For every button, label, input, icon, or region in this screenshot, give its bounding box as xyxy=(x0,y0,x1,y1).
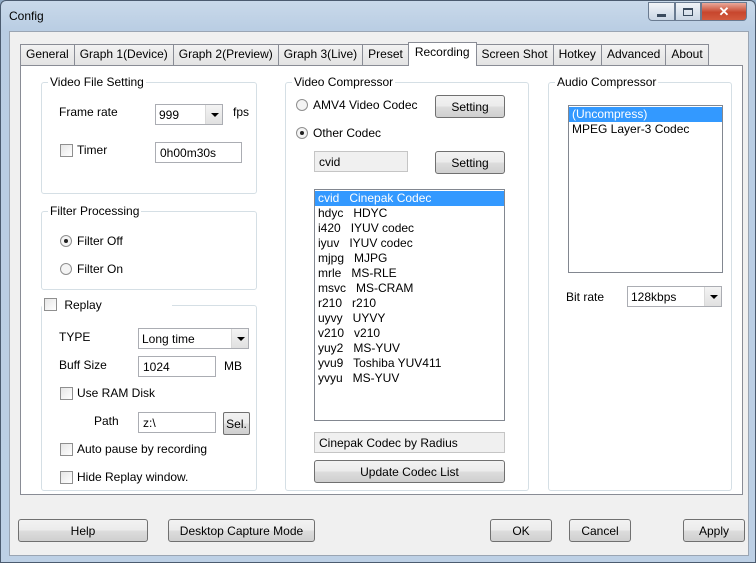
chevron-down-icon xyxy=(205,105,222,124)
filter-processing-group: Filter Processing Filter Off Filter On xyxy=(41,204,257,290)
audio-codec-list-item[interactable]: (Uncompress) xyxy=(569,107,722,122)
replay-title-box: Replay xyxy=(42,298,172,312)
chevron-down-icon xyxy=(704,287,721,306)
codec-list-item[interactable]: mrle MS-RLE xyxy=(315,266,504,281)
other-codec-setting-button[interactable]: Setting xyxy=(435,151,505,174)
filter-processing-title: Filter Processing xyxy=(48,204,142,218)
bitrate-select[interactable]: 128kbps xyxy=(627,286,722,307)
codec-list[interactable]: cvid Cinepak Codec hdyc HDYC i420 IYUV cod… xyxy=(314,189,505,421)
codec-list-item[interactable]: yuy2 MS-YUV xyxy=(315,341,504,356)
tab-screen-shot[interactable]: Screen Shot xyxy=(475,44,554,65)
use-ram-disk-label: Use RAM Disk xyxy=(77,386,156,400)
filter-on-label: Filter On xyxy=(77,262,124,276)
title-bar[interactable]: Config ✕ xyxy=(1,1,755,31)
frame-rate-value: 999 xyxy=(159,108,180,122)
minimize-button[interactable] xyxy=(648,2,675,21)
codec-list-item[interactable]: uyvy UYVY xyxy=(315,311,504,326)
codec-list-item[interactable]: mjpg MJPG xyxy=(315,251,504,266)
hide-replay-label: Hide Replay window. xyxy=(77,470,189,484)
tab-graph2-preview[interactable]: Graph 2(Preview) xyxy=(172,44,279,65)
maximize-button[interactable] xyxy=(675,2,701,21)
use-ram-disk-checkbox[interactable] xyxy=(60,387,73,400)
video-compressor-group: Video Compressor AMV4 Video Codec Settin… xyxy=(285,75,529,491)
close-button[interactable]: ✕ xyxy=(701,2,747,21)
apply-button[interactable]: Apply xyxy=(683,519,745,542)
tab-advanced[interactable]: Advanced xyxy=(600,44,667,65)
other-codec-radio[interactable] xyxy=(296,127,308,139)
filter-off-label: Filter Off xyxy=(77,234,123,248)
frame-rate-label: Frame rate xyxy=(59,105,118,119)
auto-pause-checkbox[interactable] xyxy=(60,443,73,456)
timer-input[interactable]: 0h00m30s xyxy=(155,142,242,163)
codec-list-item[interactable]: r210 r210 xyxy=(315,296,504,311)
codec-list-item[interactable]: yvu9 Toshiba YUV411 xyxy=(315,356,504,371)
config-window: Config ✕ General Graph 1(Device) Graph 2… xyxy=(0,0,756,563)
tab-recording[interactable]: Recording xyxy=(407,42,477,66)
type-label: TYPE xyxy=(59,330,91,344)
tab-about[interactable]: About xyxy=(665,44,709,65)
hide-replay-checkbox[interactable] xyxy=(60,471,73,484)
replay-type-select[interactable]: Long time xyxy=(138,328,249,349)
buff-size-input[interactable]: 1024 xyxy=(138,356,216,377)
help-button[interactable]: Help xyxy=(18,519,148,542)
codec-description-field: Cinepak Codec by Radius xyxy=(314,432,505,453)
timer-checkbox[interactable] xyxy=(60,144,73,157)
path-label: Path xyxy=(94,414,119,428)
window-title: Config xyxy=(9,9,44,23)
tab-graph1-device[interactable]: Graph 1(Device) xyxy=(73,44,174,65)
codec-list-item[interactable]: yvyu MS-YUV xyxy=(315,371,504,386)
codec-list-item[interactable]: msvc MS-CRAM xyxy=(315,281,504,296)
other-codec-label: Other Codec xyxy=(313,126,382,140)
path-input[interactable]: z:\ xyxy=(138,412,216,433)
filter-off-radio[interactable] xyxy=(60,235,72,247)
codec-list-item[interactable]: iyuv IYUV codec xyxy=(315,236,504,251)
fps-label: fps xyxy=(233,105,250,119)
audio-codec-list[interactable]: (Uncompress) MPEG Layer-3 Codec xyxy=(568,105,723,273)
bitrate-label: Bit rate xyxy=(566,290,605,304)
buff-unit-label: MB xyxy=(224,359,242,373)
audio-compressor-title: Audio Compressor xyxy=(555,75,659,89)
recording-panel: Video File Setting Frame rate 999 fps Ti… xyxy=(20,65,743,495)
video-file-setting-title: Video File Setting xyxy=(48,75,146,89)
replay-group: Replay TYPE Long time Buff Size 1024 MB … xyxy=(41,298,257,491)
amv4-setting-button[interactable]: Setting xyxy=(435,95,505,118)
video-file-setting-group: Video File Setting Frame rate 999 fps Ti… xyxy=(41,75,257,194)
chevron-down-icon xyxy=(231,329,248,348)
audio-codec-list-item[interactable]: MPEG Layer-3 Codec xyxy=(569,122,722,137)
dialog-client: General Graph 1(Device) Graph 2(Preview)… xyxy=(9,31,749,556)
update-codec-list-button[interactable]: Update Codec List xyxy=(314,460,505,483)
buff-size-label: Buff Size xyxy=(59,358,107,372)
tab-strip: General Graph 1(Device) Graph 2(Preview)… xyxy=(20,42,709,66)
timer-label: Timer xyxy=(77,143,108,157)
codec-list-item[interactable]: hdyc HDYC xyxy=(315,206,504,221)
minimize-icon xyxy=(657,13,666,17)
ok-button[interactable]: OK xyxy=(490,519,552,542)
codec-fourcc-field: cvid xyxy=(314,151,408,172)
tab-hotkey[interactable]: Hotkey xyxy=(552,44,602,65)
replay-type-value: Long time xyxy=(142,332,195,346)
replay-checkbox[interactable] xyxy=(44,298,57,311)
tab-preset[interactable]: Preset xyxy=(362,44,409,65)
cancel-button[interactable]: Cancel xyxy=(569,519,631,542)
tab-graph3-live[interactable]: Graph 3(Live) xyxy=(277,44,364,65)
codec-list-item[interactable]: cvid Cinepak Codec xyxy=(315,191,504,206)
frame-rate-select[interactable]: 999 xyxy=(155,104,223,125)
close-icon: ✕ xyxy=(718,3,730,19)
path-select-button[interactable]: Sel. xyxy=(223,412,250,435)
maximize-icon xyxy=(683,7,693,16)
amv4-codec-radio[interactable] xyxy=(296,99,308,111)
bitrate-value: 128kbps xyxy=(631,290,677,304)
audio-compressor-group: Audio Compressor (Uncompress) MPEG Layer-… xyxy=(548,75,732,491)
codec-list-item[interactable]: v210 v210 xyxy=(315,326,504,341)
codec-list-item[interactable]: i420 IYUV codec xyxy=(315,221,504,236)
video-compressor-title: Video Compressor xyxy=(292,75,396,89)
replay-label: Replay xyxy=(64,298,102,312)
amv4-codec-label: AMV4 Video Codec xyxy=(313,98,418,112)
tab-general[interactable]: General xyxy=(20,44,75,65)
desktop-capture-mode-button[interactable]: Desktop Capture Mode xyxy=(168,519,315,542)
filter-on-radio[interactable] xyxy=(60,263,72,275)
auto-pause-label: Auto pause by recording xyxy=(77,442,208,456)
